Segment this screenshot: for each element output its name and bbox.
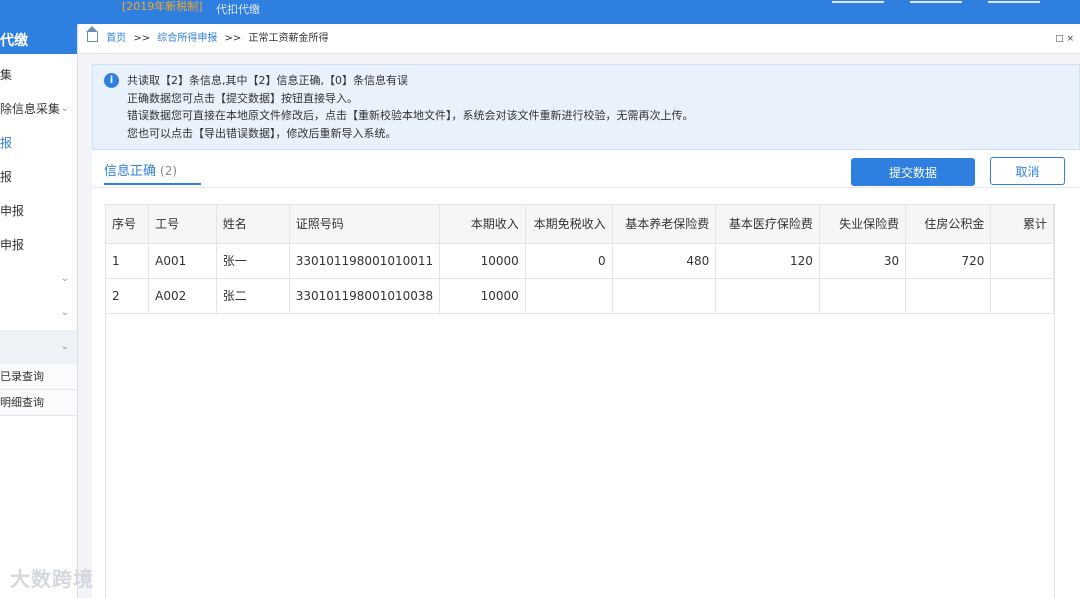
breadcrumb-current: 正常工资薪金所得 bbox=[248, 33, 329, 44]
table-row[interactable]: 1 A001 张一 330101198001010011 10000 0 480… bbox=[106, 243, 1054, 279]
sidebar-item-label: 申报 bbox=[0, 238, 25, 252]
cell-emp-id: A002 bbox=[148, 278, 217, 314]
cell-unemployment: 30 bbox=[819, 243, 907, 279]
cell-id-number: 330101198001010038 bbox=[289, 278, 441, 314]
restore-icon[interactable]: □ × bbox=[1055, 24, 1074, 54]
cell-pension: 480 bbox=[612, 243, 717, 279]
tab-count: (2) bbox=[160, 164, 178, 178]
cell-cumulative bbox=[990, 278, 1054, 314]
sidebar-group-query[interactable]: ⌄ bbox=[0, 330, 77, 364]
info-line-correct: 正确数据您可点击【提交数据】按钮直接导入。 bbox=[127, 91, 358, 105]
breadcrumb-separator: >> bbox=[224, 33, 242, 44]
sidebar-item-deduction-collect[interactable]: 除信息采集 ⌄ bbox=[0, 92, 77, 126]
cell-seq: 2 bbox=[106, 278, 150, 314]
cell-income: 10000 bbox=[439, 278, 526, 314]
sidebar-title: 代缴 bbox=[0, 24, 77, 54]
sidebar-item-declare-3[interactable]: 申报 bbox=[0, 194, 77, 228]
col-id-number[interactable]: 证照号码 bbox=[289, 205, 441, 244]
cell-pension bbox=[612, 278, 717, 314]
chevron-down-icon: ⌄ bbox=[60, 273, 69, 284]
cell-id-number: 330101198001010011 bbox=[289, 243, 441, 279]
sidebar-item-label: 报 bbox=[0, 136, 13, 150]
col-housing-fund[interactable]: 住房公积金 bbox=[905, 205, 992, 244]
app-header: [2019年新税制] 代扣代缴 bbox=[0, 0, 1080, 24]
col-name[interactable]: 姓名 bbox=[216, 205, 290, 244]
data-table-container: 序号 工号 姓名 证照号码 本期收入 本期免税收入 基本养老保险费 基本医疗保险… bbox=[105, 204, 1055, 598]
tab-bar: 信息正确 (2) bbox=[104, 158, 201, 188]
sidebar-group-2[interactable]: ⌄ bbox=[0, 296, 77, 330]
info-line-summary: 共读取【2】条信息,其中【2】信息正确,【0】条信息有误 bbox=[127, 74, 408, 87]
cell-tax-free-income bbox=[525, 278, 613, 314]
table-row[interactable]: 2 A002 张二 330101198001010038 10000 bbox=[106, 278, 1054, 314]
info-line-error: 错误数据您可直接在本地原文件修改后，点击【重新校验本地文件】，系统会对该文件重新… bbox=[127, 109, 694, 122]
cell-seq: 1 bbox=[106, 243, 150, 279]
cell-unemployment bbox=[819, 278, 907, 314]
sidebar-item-label: 申报 bbox=[0, 204, 25, 218]
tab-label: 信息正确 bbox=[104, 164, 157, 179]
submit-data-button[interactable]: 提交数据 bbox=[851, 158, 975, 186]
sidebar-item-label: 除信息采集 bbox=[0, 102, 61, 116]
sidebar-sub-record-query[interactable]: 已录查询 bbox=[0, 364, 77, 390]
breadcrumb-separator: >> bbox=[133, 33, 151, 44]
chevron-down-icon: ⌄ bbox=[60, 341, 69, 352]
header-actions bbox=[832, 0, 1040, 3]
col-unemployment[interactable]: 失业保险费 bbox=[819, 205, 907, 244]
sidebar-sub-detail-query[interactable]: 明细查询 bbox=[0, 390, 77, 416]
header-action-1[interactable] bbox=[832, 0, 884, 3]
cell-tax-free-income: 0 bbox=[525, 243, 613, 279]
tab-divider bbox=[92, 187, 1080, 188]
home-icon[interactable] bbox=[86, 26, 98, 42]
cell-cumulative bbox=[990, 243, 1054, 279]
col-tax-free-income[interactable]: 本期免税收入 bbox=[525, 205, 613, 244]
col-emp-id[interactable]: 工号 bbox=[148, 205, 217, 244]
info-line-export: 您也可以点击【导出错误数据】，修改后重新导入系统。 bbox=[127, 126, 397, 140]
sidebar-item-collect[interactable]: 集 bbox=[0, 58, 77, 92]
cell-name: 张二 bbox=[216, 278, 290, 314]
col-income[interactable]: 本期收入 bbox=[439, 205, 526, 244]
col-seq[interactable]: 序号 bbox=[106, 205, 150, 244]
sidebar-item-declare-4[interactable]: 申报 bbox=[0, 228, 77, 262]
col-cumulative[interactable]: 累计 bbox=[990, 205, 1054, 244]
cell-income: 10000 bbox=[439, 243, 526, 279]
table-header-row: 序号 工号 姓名 证照号码 本期收入 本期免税收入 基本养老保险费 基本医疗保险… bbox=[106, 205, 1054, 244]
col-pension[interactable]: 基本养老保险费 bbox=[612, 205, 717, 244]
chevron-down-icon: ⌄ bbox=[60, 307, 69, 318]
cell-housing-fund bbox=[905, 278, 992, 314]
header-action-3[interactable] bbox=[988, 0, 1040, 3]
version-label: [2019年新税制] bbox=[122, 0, 203, 13]
header-action-2[interactable] bbox=[910, 0, 962, 3]
chevron-down-icon: ⌄ bbox=[60, 103, 69, 114]
col-medical[interactable]: 基本医疗保险费 bbox=[715, 205, 820, 244]
watermark-logo: 大数跨境 bbox=[10, 567, 94, 591]
cell-emp-id: A001 bbox=[148, 243, 217, 279]
sidebar: 代缴 集 除信息采集 ⌄ 报 报 申报 申报 ⌄ ⌄ ⌄ 已录查询 明细查询 bbox=[0, 24, 78, 598]
cell-medical bbox=[715, 278, 820, 314]
sidebar-item-label: 集 bbox=[0, 68, 13, 82]
breadcrumb-home[interactable]: 首页 bbox=[106, 33, 126, 44]
breadcrumb: 首页 >> 综合所得申报 >> 正常工资薪金所得 □ × bbox=[79, 24, 1080, 54]
cancel-button[interactable]: 取消 bbox=[990, 157, 1065, 185]
sidebar-item-declare[interactable]: 报 bbox=[0, 126, 77, 160]
sidebar-item-declare-2[interactable]: 报 bbox=[0, 160, 77, 194]
data-table: 序号 工号 姓名 证照号码 本期收入 本期免税收入 基本养老保险费 基本医疗保险… bbox=[106, 205, 1054, 314]
main-content: i 共读取【2】条信息,其中【2】信息正确,【0】条信息有误 正确数据您可点击【… bbox=[92, 64, 1080, 598]
cell-housing-fund: 720 bbox=[905, 243, 992, 279]
app-subtitle: 代扣代缴 bbox=[216, 3, 260, 16]
cell-medical: 120 bbox=[715, 243, 820, 279]
info-banner: i 共读取【2】条信息,其中【2】信息正确,【0】条信息有误 正确数据您可点击【… bbox=[92, 64, 1080, 150]
info-icon: i bbox=[104, 73, 119, 88]
tab-correct-info[interactable]: 信息正确 (2) bbox=[104, 158, 201, 185]
breadcrumb-comprehensive-income[interactable]: 综合所得申报 bbox=[157, 33, 217, 44]
sidebar-group-1[interactable]: ⌄ bbox=[0, 262, 77, 296]
cell-name: 张一 bbox=[216, 243, 290, 279]
sidebar-item-label: 报 bbox=[0, 170, 13, 184]
